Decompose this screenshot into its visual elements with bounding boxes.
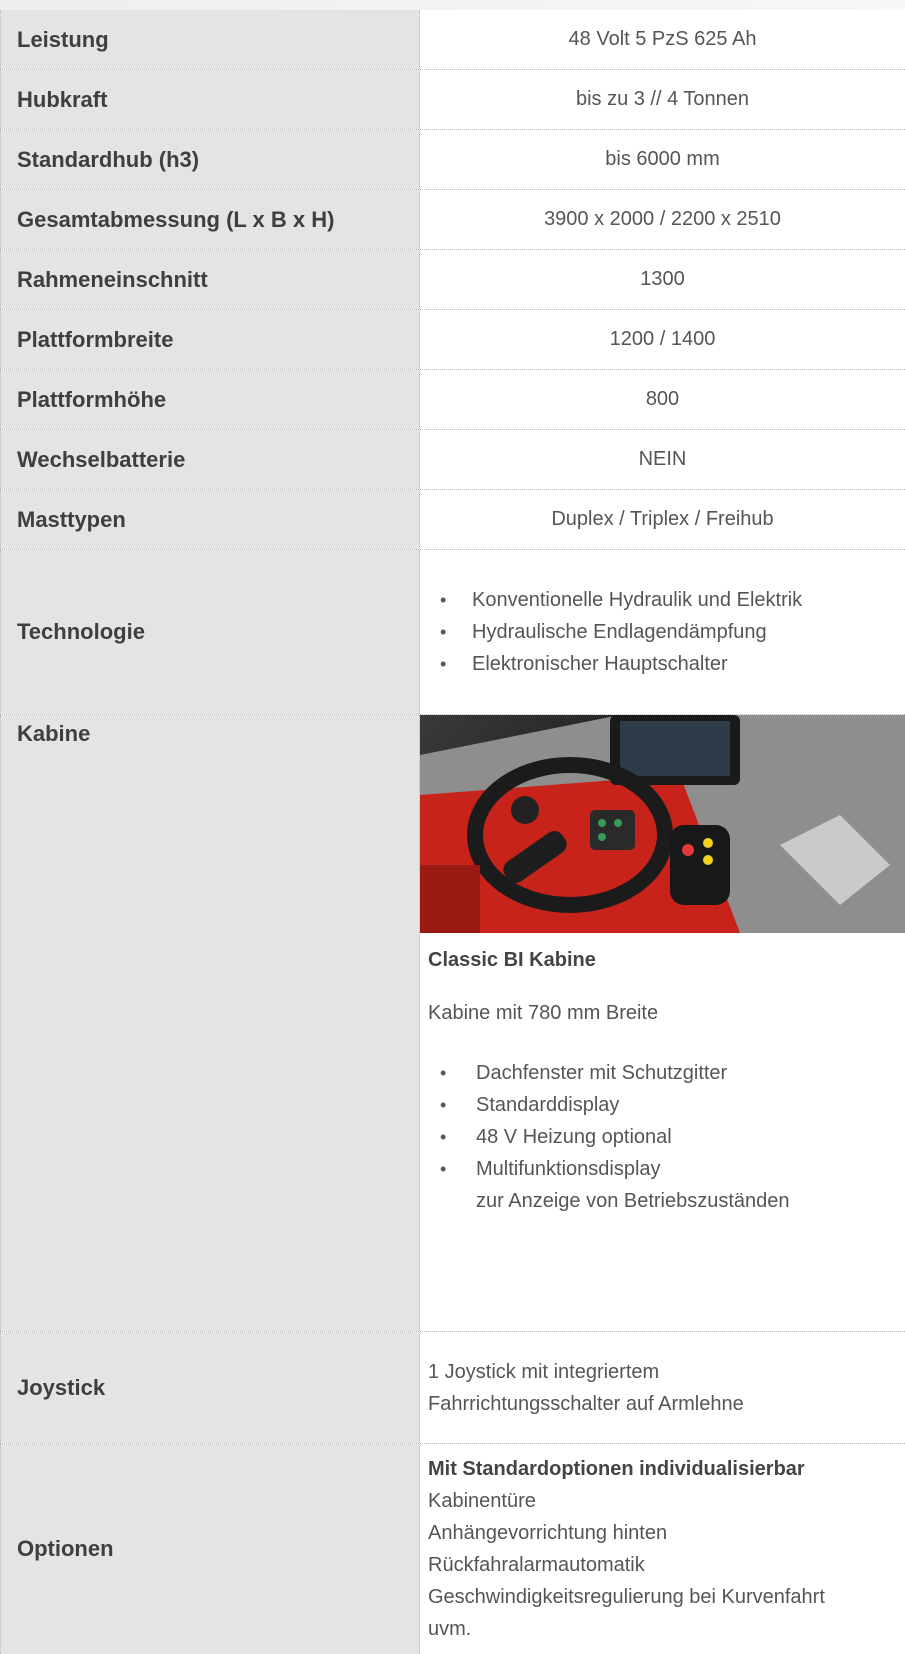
list-item: Hydraulische Endlagendämpfung — [428, 616, 905, 648]
spec-label: Gesamtabmessung (L x B x H) — [0, 190, 420, 249]
spec-value: bis 6000 mm — [420, 130, 905, 189]
spec-row-plattformhoehe: Plattformhöhe 800 — [0, 370, 905, 430]
optionen-line: Rückfahralarmautomatik — [428, 1554, 645, 1576]
spec-row-hubkraft: Hubkraft bis zu 3 // 4 Tonnen — [0, 70, 905, 130]
spec-value: 1 Joystick mit integriertem Fahrrichtung… — [420, 1332, 905, 1443]
cabin-feature-list: Dachfenster mit Schutzgitter Standarddis… — [428, 1057, 905, 1217]
spec-label: Plattformhöhe — [0, 370, 420, 429]
optionen-title: Mit Standardoptionen individualisierbar — [428, 1458, 805, 1480]
spec-row-masttypen: Masttypen Duplex / Triplex / Freihub — [0, 490, 905, 550]
spec-row-rahmeneinschnitt: Rahmeneinschnitt 1300 — [0, 250, 905, 310]
spec-row-leistung: Leistung 48 Volt 5 PzS 625 Ah — [0, 10, 905, 70]
spec-label: Hubkraft — [0, 70, 420, 129]
cabin-title: Classic BI Kabine — [428, 949, 596, 971]
top-bar — [0, 0, 905, 10]
spec-value: 3900 x 2000 / 2200 x 2510 — [420, 190, 905, 249]
spec-label: Optionen — [0, 1444, 420, 1654]
spec-row-optionen: Optionen Mit Standardoptionen individual… — [0, 1444, 905, 1654]
spec-value: 1200 / 1400 — [420, 310, 905, 369]
spec-row-wechselbatterie: Wechselbatterie NEIN — [0, 430, 905, 490]
joystick-line: Fahrrichtungsschalter auf Armlehne — [428, 1392, 744, 1415]
spec-label: Plattformbreite — [0, 310, 420, 369]
spec-value: 48 Volt 5 PzS 625 Ah — [420, 10, 905, 69]
spec-label: Joystick — [0, 1332, 420, 1443]
list-item: Elektronischer Hauptschalter — [428, 648, 905, 680]
optionen-line: Kabinentüre — [428, 1490, 536, 1512]
technologie-list: Konventionelle Hydraulik und Elektrik Hy… — [428, 584, 905, 680]
cabin-photo-illustration — [420, 715, 905, 933]
spec-row-joystick: Joystick 1 Joystick mit integriertem Fah… — [0, 1332, 905, 1444]
spec-value: Konventionelle Hydraulik und Elektrik Hy… — [420, 550, 905, 714]
spec-row-plattformbreite: Plattformbreite 1200 / 1400 — [0, 310, 905, 370]
spec-table: Leistung 48 Volt 5 PzS 625 Ah Hubkraft b… — [0, 10, 905, 1654]
list-item: Dachfenster mit Schutzgitter — [428, 1057, 905, 1089]
spec-row-standardhub: Standardhub (h3) bis 6000 mm — [0, 130, 905, 190]
spec-value: Duplex / Triplex / Freihub — [420, 490, 905, 549]
spec-row-kabine: Kabine Classic BI Kabine Kabine mit 780 … — [0, 715, 905, 1332]
optionen-line: Anhängevorrichtung hinten — [428, 1522, 668, 1544]
spec-label: Wechselbatterie — [0, 430, 420, 489]
list-item-continuation: zur Anzeige von Betriebszuständen — [476, 1190, 790, 1212]
spec-value: 1300 — [420, 250, 905, 309]
joystick-line: 1 Joystick mit integriertem — [428, 1360, 660, 1383]
list-item: Konventionelle Hydraulik und Elektrik — [428, 584, 905, 616]
spec-label: Masttypen — [0, 490, 420, 549]
spec-row-technologie: Technologie Konventionelle Hydraulik und… — [0, 550, 905, 715]
optionen-line: uvm. — [428, 1618, 472, 1640]
list-item: 48 V Heizung optional — [428, 1121, 905, 1153]
spec-value: 800 — [420, 370, 905, 429]
spec-value: NEIN — [420, 430, 905, 489]
optionen-line: Geschwindigkeitsregulierung bei Kurvenfa… — [428, 1586, 825, 1608]
list-item: Multifunktionsdisplay — [428, 1153, 905, 1185]
spec-value: Classic BI Kabine Kabine mit 780 mm Brei… — [420, 715, 905, 1331]
spec-label: Leistung — [0, 10, 420, 69]
spec-value: bis zu 3 // 4 Tonnen — [420, 70, 905, 129]
spec-label: Rahmeneinschnitt — [0, 250, 420, 309]
list-item: Standarddisplay — [428, 1089, 905, 1121]
cabin-subtitle: Kabine mit 780 mm Breite — [428, 1002, 659, 1024]
spec-row-gesamtabmessung: Gesamtabmessung (L x B x H) 3900 x 2000 … — [0, 190, 905, 250]
spec-label: Technologie — [0, 550, 420, 714]
spec-label: Kabine — [0, 715, 420, 1331]
spec-label: Standardhub (h3) — [0, 130, 420, 189]
cabin-photo — [420, 715, 905, 933]
spec-value: Mit Standardoptionen individualisierbar … — [420, 1444, 905, 1654]
